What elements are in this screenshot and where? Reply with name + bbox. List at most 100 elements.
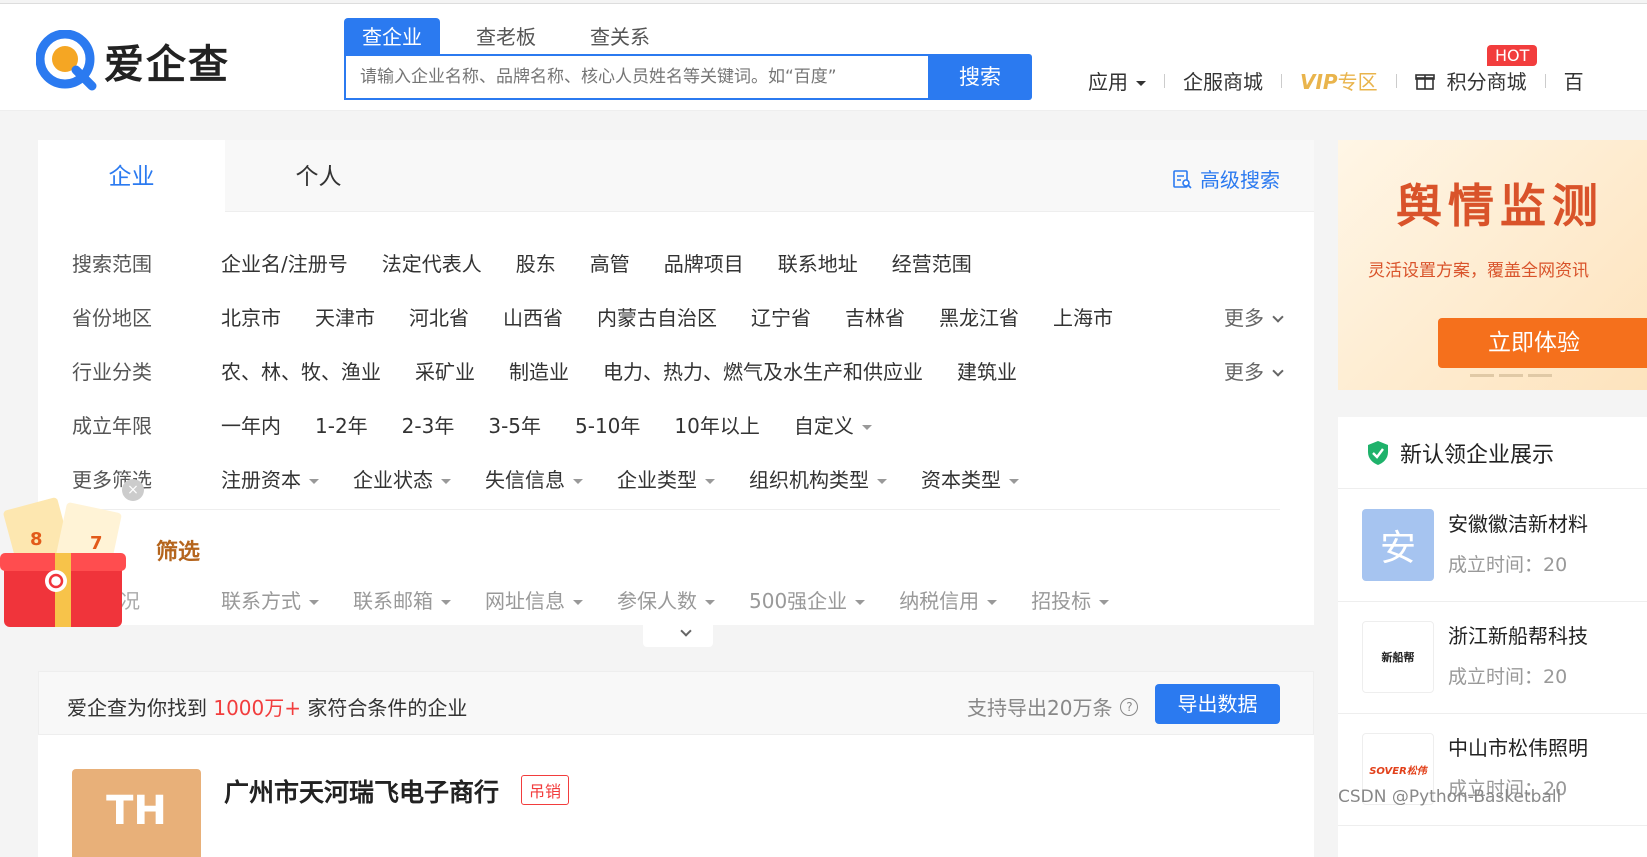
tab-person[interactable]: 个人 xyxy=(225,140,412,212)
carousel-indicators[interactable] xyxy=(1470,374,1557,377)
advanced-search-label: 高级搜索 xyxy=(1200,168,1280,192)
nav-points[interactable]: 积分商城 xyxy=(1414,66,1527,95)
premium-dropdown[interactable]: 纳税信用 xyxy=(899,585,998,614)
filter-option[interactable]: 电力、热力、燃气及水生产和供应业 xyxy=(603,356,923,385)
filter-option[interactable]: 一年内 xyxy=(221,410,281,439)
filter-row-province: 省份地区 北京市 天津市 河北省 山西省 内蒙古自治区 辽宁省 吉林省 黑龙江省… xyxy=(72,302,1284,331)
company-result-card[interactable]: TH 广州市天河瑞飞电子商行 吊销 xyxy=(38,735,1314,857)
dropdown-label: 联系方式 xyxy=(221,589,301,613)
filter-option[interactable]: 黑龙江省 xyxy=(939,302,1019,331)
premium-dropdown[interactable]: 参保人数 xyxy=(617,585,715,614)
logo-icon xyxy=(35,29,98,92)
expand-filters-button[interactable] xyxy=(643,625,713,647)
premium-dropdown[interactable]: 联系方式 xyxy=(221,585,319,614)
svg-text:7: 7 xyxy=(90,533,103,554)
carousel-dot[interactable] xyxy=(1528,374,1552,377)
filter-option[interactable]: 3-5年 xyxy=(488,410,541,439)
tab-enterprise[interactable]: 企业 xyxy=(38,140,225,212)
premium-dropdown[interactable]: 招投标 xyxy=(1031,585,1110,614)
search-button[interactable]: 搜索 xyxy=(928,54,1032,100)
nav-vip[interactable]: VIP专区 xyxy=(1300,66,1378,95)
filter-option[interactable]: 企业名/注册号 xyxy=(221,248,348,277)
promo-gift-popup[interactable]: 8 7 × xyxy=(0,479,144,635)
filter-option[interactable]: 1-2年 xyxy=(315,410,368,439)
filter-option[interactable]: 农、林、牧、渔业 xyxy=(221,356,381,385)
filter-option[interactable]: 山西省 xyxy=(503,302,563,331)
carousel-dot[interactable] xyxy=(1470,374,1494,377)
more-label: 更多 xyxy=(1224,306,1264,330)
watermark: CSDN @Python-Basketball xyxy=(1338,787,1562,807)
filter-label: 省份地区 xyxy=(72,306,152,330)
filter-option[interactable]: 5-10年 xyxy=(575,410,640,439)
caret-down-icon xyxy=(573,600,583,605)
ad-banner[interactable]: 舆情监测 灵活设置方案，覆盖全网资讯 立即体验 xyxy=(1338,140,1647,390)
dropdown-label: 自定义 xyxy=(793,414,854,438)
carousel-dot[interactable] xyxy=(1499,374,1523,377)
list-item[interactable]: SOVER松伟 中山市松伟照明 成立时间：20 xyxy=(1338,714,1647,826)
nav-apps[interactable]: 应用 xyxy=(1088,66,1146,95)
help-icon[interactable]: ? xyxy=(1120,697,1139,716)
custom-age-dropdown[interactable]: 自定义 xyxy=(794,410,872,439)
filter-option[interactable]: 经营范围 xyxy=(892,248,972,277)
filter-option[interactable]: 品牌项目 xyxy=(664,248,744,277)
tab-company[interactable]: 查企业 xyxy=(344,18,440,54)
try-now-button[interactable]: 立即体验 xyxy=(1438,318,1647,368)
logo[interactable]: 爱企查 xyxy=(35,29,230,92)
dropdown-label: 失信信息 xyxy=(485,468,565,492)
logo-text: 爱企查 xyxy=(104,42,230,88)
tab-boss[interactable]: 查老板 xyxy=(458,18,554,54)
filter-option[interactable]: 内蒙古自治区 xyxy=(597,302,717,331)
filter-option[interactable]: 河北省 xyxy=(409,302,469,331)
caret-down-icon xyxy=(877,479,887,484)
list-item[interactable]: 安 安徽徽洁新材料 成立时间：20 xyxy=(1338,490,1647,602)
caret-down-icon xyxy=(1099,600,1110,605)
more-industries-button[interactable]: 更多 xyxy=(1224,356,1284,385)
vip-zone-label: 专区 xyxy=(1337,70,1378,94)
filter-option[interactable]: 天津市 xyxy=(315,302,375,331)
filter-dropdown[interactable]: 注册资本 xyxy=(221,464,319,493)
filter-option[interactable]: 制造业 xyxy=(509,356,569,385)
filter-option[interactable]: 辽宁省 xyxy=(751,302,811,331)
close-icon[interactable]: × xyxy=(122,479,144,501)
caret-down-icon xyxy=(309,479,319,484)
filter-option[interactable]: 高管 xyxy=(590,248,630,277)
nav-more[interactable]: 百 xyxy=(1564,66,1584,95)
search-input[interactable] xyxy=(346,56,930,98)
filter-option[interactable]: 吉林省 xyxy=(845,302,905,331)
filter-option[interactable]: 联系地址 xyxy=(778,248,858,277)
filter-option[interactable]: 2-3年 xyxy=(402,410,455,439)
founded-time: 成立时间：20 xyxy=(1448,666,1568,688)
company-logo: 安 xyxy=(1362,509,1434,581)
premium-dropdown[interactable]: 500强企业 xyxy=(749,585,866,614)
filter-dropdown[interactable]: 企业状态 xyxy=(353,464,451,493)
advanced-search-link[interactable]: 高级搜索 xyxy=(1172,164,1280,193)
filter-dropdown[interactable]: 资本类型 xyxy=(921,464,1019,493)
dropdown-label: 组织机构类型 xyxy=(749,468,869,492)
nav-mall[interactable]: 企服商城 xyxy=(1183,66,1263,95)
filter-option[interactable]: 采矿业 xyxy=(415,356,475,385)
more-provinces-button[interactable]: 更多 xyxy=(1224,302,1284,331)
result-suffix: 家符合条件的企业 xyxy=(307,696,468,720)
premium-dropdown[interactable]: 网址信息 xyxy=(485,585,583,614)
export-data-button[interactable]: 导出数据 xyxy=(1155,684,1280,724)
caret-down-icon xyxy=(441,600,451,605)
filter-option[interactable]: 上海市 xyxy=(1053,302,1113,331)
shield-check-icon xyxy=(1368,440,1388,465)
filter-dropdown[interactable]: 企业类型 xyxy=(617,464,715,493)
company-name-link[interactable]: 广州市天河瑞飞电子商行 xyxy=(224,773,499,809)
tab-relation[interactable]: 查关系 xyxy=(572,18,668,54)
filter-option[interactable]: 10年以上 xyxy=(674,410,759,439)
filter-option[interactable]: 法定代表人 xyxy=(382,248,482,277)
filter-option[interactable]: 股东 xyxy=(516,248,556,277)
filter-option[interactable]: 建筑业 xyxy=(957,356,1017,385)
filter-row-industry: 行业分类 农、林、牧、渔业 采矿业 制造业 电力、热力、燃气及水生产和供应业 建… xyxy=(72,356,1284,385)
filter-dropdown[interactable]: 组织机构类型 xyxy=(749,464,887,493)
filter-option[interactable]: 北京市 xyxy=(221,302,281,331)
list-item[interactable]: 新船帮 浙江新船帮科技 成立时间：20 xyxy=(1338,602,1647,714)
company-logo: 新船帮 xyxy=(1362,621,1434,693)
divider xyxy=(1395,73,1397,88)
premium-dropdown[interactable]: 联系邮箱 xyxy=(353,585,451,614)
filter-dropdown[interactable]: 失信信息 xyxy=(485,464,583,493)
claim-panel-title: 新认领企业展示 xyxy=(1400,442,1555,468)
result-count-text: 爱企查为你找到 1000万+ 家符合条件的企业 xyxy=(67,692,467,721)
